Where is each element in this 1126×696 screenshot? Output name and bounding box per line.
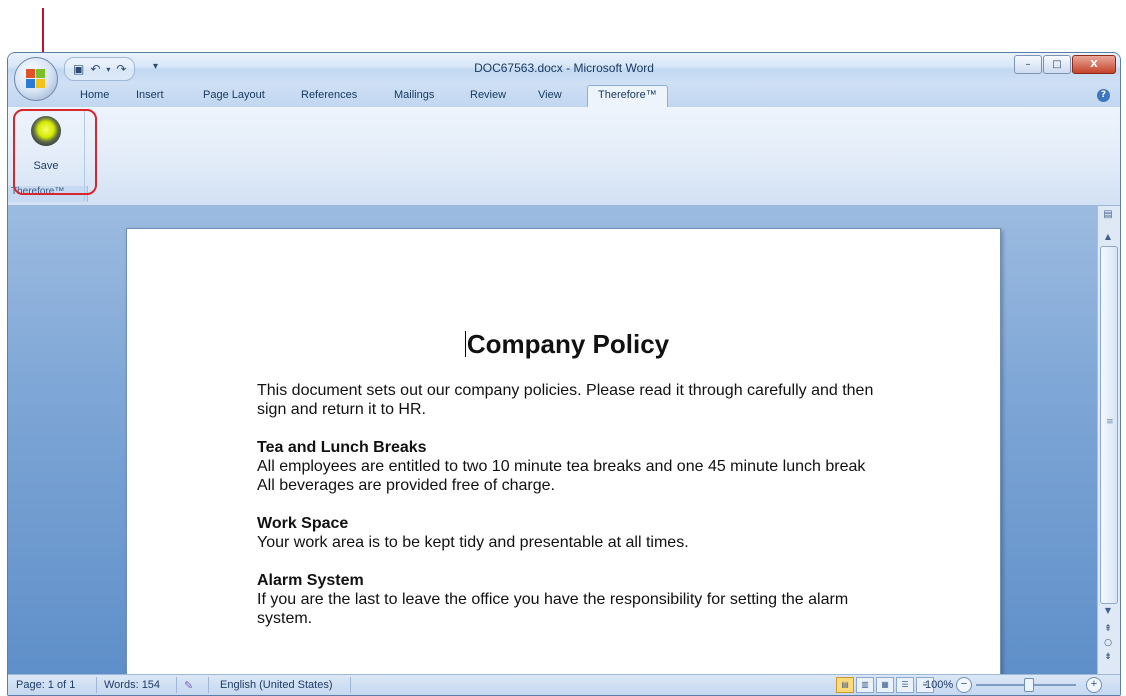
- customize-qat-icon[interactable]: ▾: [153, 61, 158, 72]
- outline-icon[interactable]: ☰: [896, 677, 914, 693]
- document-title: Company Policy: [464, 329, 670, 359]
- zoom-level[interactable]: 100%: [925, 679, 953, 691]
- status-separator: [208, 677, 209, 693]
- proofing-icon[interactable]: ✎: [184, 679, 193, 692]
- close-button[interactable]: X: [1072, 55, 1116, 74]
- redo-icon[interactable]: ↷: [116, 62, 126, 76]
- view-buttons: ▤ ▥ ▦ ☰ ≡: [836, 677, 934, 693]
- tab-insert[interactable]: Insert: [136, 89, 164, 101]
- tab-page-layout[interactable]: Page Layout: [203, 89, 265, 101]
- tab-view[interactable]: View: [538, 89, 562, 101]
- print-layout-icon[interactable]: ▤: [836, 677, 854, 693]
- section-line: All employees are entitled to two 10 min…: [257, 458, 866, 475]
- document-page[interactable]: Company Policy This document sets out ou…: [126, 228, 1001, 675]
- page-count[interactable]: Page: 1 of 1: [16, 679, 75, 691]
- status-separator: [350, 677, 351, 693]
- word-count[interactable]: Words: 154: [104, 679, 160, 691]
- undo-dropdown-icon[interactable]: ▾: [106, 65, 110, 74]
- office-logo-icon: [26, 69, 46, 89]
- previous-page-icon[interactable]: ⇞: [1101, 624, 1115, 634]
- ribbon-panel: Save Therefore™: [8, 107, 1120, 206]
- tab-home[interactable]: Home: [80, 89, 109, 101]
- full-screen-reading-icon[interactable]: ▥: [856, 677, 874, 693]
- grip-icon: ≡: [1106, 417, 1114, 427]
- window-title: DOC67563.docx - Microsoft Word: [474, 61, 654, 75]
- section-tea-lunch: Tea and Lunch Breaks All employees are e…: [257, 438, 877, 495]
- intro-paragraph: This document sets out our company polic…: [257, 382, 874, 418]
- tab-references[interactable]: References: [301, 89, 357, 101]
- section-heading: Tea and Lunch Breaks: [257, 439, 427, 456]
- status-bar: Page: 1 of 1 Words: 154 ✎ English (Unite…: [8, 674, 1120, 695]
- section-heading: Alarm System: [257, 572, 364, 589]
- language-indicator[interactable]: English (United States): [220, 679, 333, 691]
- quick-access-toolbar: ▣ ↶ ▾ ↷: [64, 57, 136, 81]
- section-line: If you are the last to leave the office …: [257, 591, 849, 627]
- vertical-scrollbar[interactable]: ▤ ▲ ≡ ▼ ⇞ ○ ⇟: [1097, 206, 1120, 675]
- window-controls: – □ X: [1014, 55, 1116, 74]
- document-workspace: Company Policy This document sets out ou…: [8, 206, 1098, 675]
- word-window: DOC67563.docx - Microsoft Word ▣ ↶ ▾ ↷ ▾…: [7, 52, 1121, 696]
- view-ruler-icon[interactable]: ▤: [1101, 209, 1115, 223]
- section-alarm-system: Alarm System If you are the last to leav…: [257, 571, 877, 628]
- zoom-slider-handle[interactable]: [1024, 678, 1034, 692]
- ribbon-tabs: Home Insert Page Layout References Maili…: [8, 83, 1120, 107]
- floppy-icon[interactable]: ▣: [73, 62, 84, 76]
- zoom-out-icon[interactable]: −: [956, 677, 972, 693]
- scroll-thumb[interactable]: ≡: [1100, 246, 1118, 604]
- undo-icon[interactable]: ↶: [90, 62, 100, 76]
- status-separator: [96, 677, 97, 693]
- highlight-box: [13, 109, 97, 195]
- maximize-button[interactable]: □: [1043, 55, 1071, 74]
- tab-mailings[interactable]: Mailings: [394, 89, 434, 101]
- section-heading: Work Space: [257, 515, 349, 532]
- tab-review[interactable]: Review: [470, 89, 506, 101]
- minimize-button[interactable]: –: [1014, 55, 1042, 74]
- help-icon[interactable]: ?: [1097, 89, 1110, 102]
- section-line: Your work area is to be kept tidy and pr…: [257, 534, 689, 551]
- section-line: All beverages are provided free of charg…: [257, 477, 555, 494]
- status-separator: [176, 677, 177, 693]
- scroll-up-icon[interactable]: ▲: [1101, 232, 1115, 244]
- tab-therefore[interactable]: Therefore™: [587, 85, 668, 107]
- section-work-space: Work Space Your work area is to be kept …: [257, 514, 877, 552]
- zoom-in-icon[interactable]: +: [1086, 677, 1102, 693]
- office-button[interactable]: [14, 57, 58, 101]
- scroll-down-icon[interactable]: ▼: [1101, 606, 1115, 615]
- document-body[interactable]: Company Policy This document sets out ou…: [257, 329, 877, 647]
- next-page-icon[interactable]: ⇟: [1101, 652, 1115, 662]
- web-layout-icon[interactable]: ▦: [876, 677, 894, 693]
- text-caret: [464, 331, 466, 357]
- title-bar: DOC67563.docx - Microsoft Word ▣ ↶ ▾ ↷ ▾…: [8, 53, 1120, 83]
- select-browse-object-icon[interactable]: ○: [1101, 638, 1115, 648]
